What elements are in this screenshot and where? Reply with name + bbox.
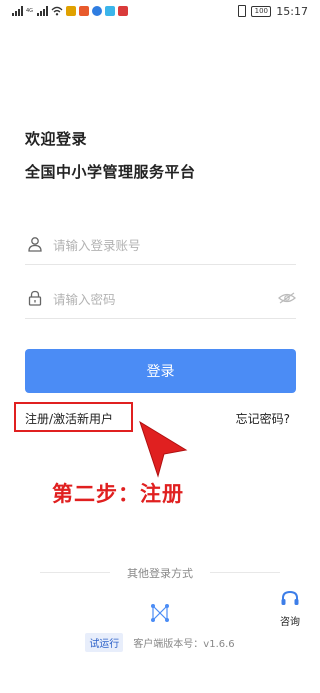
password-field <box>25 280 296 319</box>
clock: 15:17 <box>276 4 308 18</box>
consult-button[interactable]: 咨询 <box>270 590 310 630</box>
divider-line <box>210 572 280 573</box>
forgot-password-link[interactable]: 忘记密码? <box>236 410 290 427</box>
cell-signal-icon <box>12 6 23 16</box>
welcome-title: 欢迎登录 <box>25 130 88 148</box>
headset-icon <box>281 590 299 605</box>
network-type-label: 4G <box>26 7 34 14</box>
account-input[interactable] <box>51 232 275 258</box>
other-login-title: 其他登录方式 <box>127 567 193 580</box>
cell-signal-2-icon <box>37 6 49 16</box>
annotation-arrow-icon <box>139 420 188 478</box>
vibrate-icon <box>238 5 247 17</box>
register-link[interactable]: 注册/激活新用户 <box>25 410 113 427</box>
platform-title: 全国中小学管理服务平台 <box>25 163 196 181</box>
status-bar: 4G 100 15:17 <box>0 0 320 22</box>
password-input[interactable] <box>51 286 275 312</box>
login-button[interactable]: 登录 <box>25 349 296 393</box>
app-notification-icon <box>66 6 77 16</box>
app-notification-icon <box>118 6 129 16</box>
version-row: 试运行 客户端版本号：v1.6.6 <box>0 632 320 652</box>
lock-icon <box>28 290 42 306</box>
account-field <box>25 226 296 265</box>
annotation-step-text: 第二步：注册 <box>52 482 184 506</box>
app-notification-icon <box>92 6 103 16</box>
eye-closed-icon[interactable] <box>278 292 296 304</box>
other-login-divider: 其他登录方式 <box>40 563 280 583</box>
pattern-login-icon[interactable] <box>145 598 175 628</box>
version-text: 客户端版本号：v1.6.6 <box>133 638 235 650</box>
user-icon <box>28 237 42 252</box>
wifi-icon <box>51 6 63 16</box>
trial-badge: 试运行 <box>85 632 124 652</box>
app-notification-icon <box>105 6 116 16</box>
battery-icon: 100 <box>251 5 272 17</box>
consult-label: 咨询 <box>280 617 300 628</box>
app-notification-icon <box>79 6 90 16</box>
